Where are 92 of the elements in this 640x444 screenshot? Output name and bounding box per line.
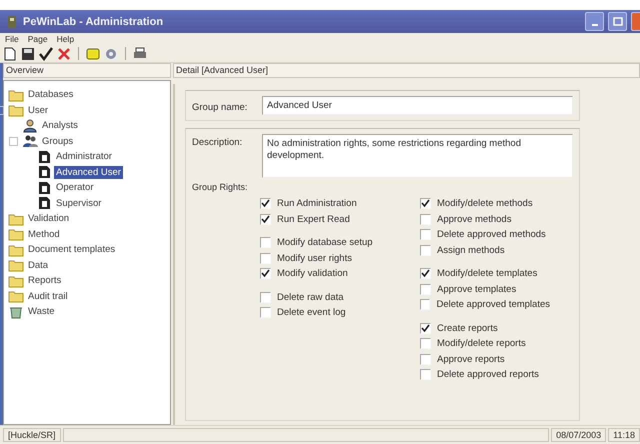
folder-icon	[8, 227, 24, 242]
checkbox-label: Delete approved templates	[436, 299, 550, 310]
checkbox-label: Delete approved methods	[437, 229, 546, 240]
folder-icon	[8, 242, 24, 257]
minimize-button[interactable]	[585, 12, 604, 31]
checkbox[interactable]	[260, 292, 271, 303]
rounded-square-icon[interactable]	[86, 46, 100, 60]
checkbox-label: Delete approved reports	[437, 369, 539, 380]
tree-item[interactable]: Operator	[54, 181, 96, 194]
checkbox[interactable]	[260, 214, 271, 225]
checkbox[interactable]	[420, 198, 431, 210]
minimize-icon	[592, 24, 598, 26]
checkbox[interactable]	[420, 369, 431, 380]
checkbox[interactable]	[260, 252, 271, 264]
tree-item[interactable]: Reports	[26, 274, 64, 288]
checkbox-label: Modify user rights	[277, 252, 352, 264]
tree-item[interactable]: Method	[26, 228, 62, 241]
section-label: Group Rights:	[192, 182, 249, 192]
checkbox[interactable]	[420, 299, 430, 310]
checkbox[interactable]	[260, 307, 271, 318]
tree-item[interactable]: Document templates	[26, 243, 118, 256]
pane-header: Detail [Advanced User]	[173, 63, 640, 78]
checkbox-label: Delete event log	[277, 307, 346, 318]
pane-header: Overview	[3, 63, 171, 78]
checkbox[interactable]	[420, 284, 431, 295]
description-field[interactable]: No administration rights, some restrictions regarding method development.	[262, 134, 573, 178]
checkbox[interactable]	[420, 244, 431, 256]
tree-item[interactable]: Data	[26, 258, 50, 272]
checkbox-label: Modify database setup	[277, 237, 373, 248]
checkbox[interactable]	[260, 268, 271, 280]
folder-icon	[8, 289, 24, 304]
printer-icon[interactable]	[133, 46, 147, 60]
checkbox[interactable]	[260, 198, 271, 210]
check-icon[interactable]	[39, 46, 53, 60]
checkbox-label: Approve reports	[437, 354, 505, 365]
checkbox-label: Run Administration	[277, 198, 357, 210]
folder-icon	[8, 212, 24, 226]
maximize-icon	[612, 16, 622, 26]
checkbox-label: Modify/delete methods	[437, 198, 533, 210]
checkbox-label: Create reports	[437, 322, 498, 334]
folder-icon	[8, 103, 24, 118]
checkbox[interactable]	[420, 214, 431, 225]
save-icon[interactable]	[21, 46, 35, 60]
close-button[interactable]	[631, 12, 640, 31]
window-title: PeWinLab - Administration	[23, 16, 164, 28]
tree-item[interactable]: Advanced User	[54, 166, 123, 179]
checkbox-label: Approve templates	[437, 284, 516, 295]
maximize-button[interactable]	[608, 12, 627, 31]
folder-icon	[8, 274, 24, 288]
checkbox[interactable]	[420, 229, 431, 240]
checkbox[interactable]	[420, 338, 431, 350]
menu-item[interactable]: Page	[28, 34, 48, 44]
checkbox[interactable]	[420, 268, 431, 280]
checkbox-label: Modify/delete reports	[437, 338, 526, 350]
field-label: Group name:	[192, 100, 248, 112]
checkbox-label: Assign methods	[437, 244, 505, 256]
status-time: 11:18	[608, 428, 640, 442]
checkbox-label: Modify/delete templates	[437, 268, 538, 280]
tree-item[interactable]: Waste	[26, 305, 57, 318]
app-icon	[5, 14, 19, 28]
tree-item[interactable]: Analysts	[40, 119, 80, 132]
checkbox[interactable]	[420, 322, 431, 334]
checkbox[interactable]	[420, 354, 431, 365]
menu-item[interactable]: Help	[56, 34, 74, 44]
gear-icon[interactable]	[104, 46, 118, 60]
tree-item[interactable]: Groups	[40, 134, 76, 148]
document-icon	[36, 150, 52, 164]
document-icon	[36, 180, 52, 195]
menu-item[interactable]: File	[5, 34, 19, 44]
tree-item[interactable]: Administrator	[54, 150, 114, 164]
status-date: 08/07/2003	[551, 428, 606, 442]
checkbox-label: Delete raw data	[277, 292, 344, 303]
person-icon	[22, 118, 38, 133]
tree-item[interactable]: Supervisor	[54, 196, 104, 210]
group-name-field[interactable]: Advanced User	[262, 96, 573, 115]
checkbox-label: Approve methods	[437, 214, 512, 225]
folder-icon	[8, 258, 24, 272]
tree-item[interactable]: Databases	[26, 88, 76, 102]
document-icon	[36, 165, 52, 180]
tree-item[interactable]: Audit trail	[26, 290, 70, 303]
delete-icon[interactable]	[57, 46, 71, 60]
checkbox[interactable]	[260, 237, 271, 248]
field-label: Description:	[192, 136, 244, 148]
checkbox-label: Run Expert Read	[277, 214, 350, 225]
people-icon	[22, 134, 38, 148]
new-document-icon[interactable]	[3, 46, 17, 60]
document-icon	[36, 196, 52, 210]
tree-item[interactable]: Validation	[26, 212, 72, 226]
tree-item[interactable]: User	[26, 104, 50, 117]
status-user: [Huckle/SR]	[3, 428, 61, 442]
folder-icon	[8, 88, 24, 102]
checkbox-label: Modify validation	[277, 268, 348, 280]
